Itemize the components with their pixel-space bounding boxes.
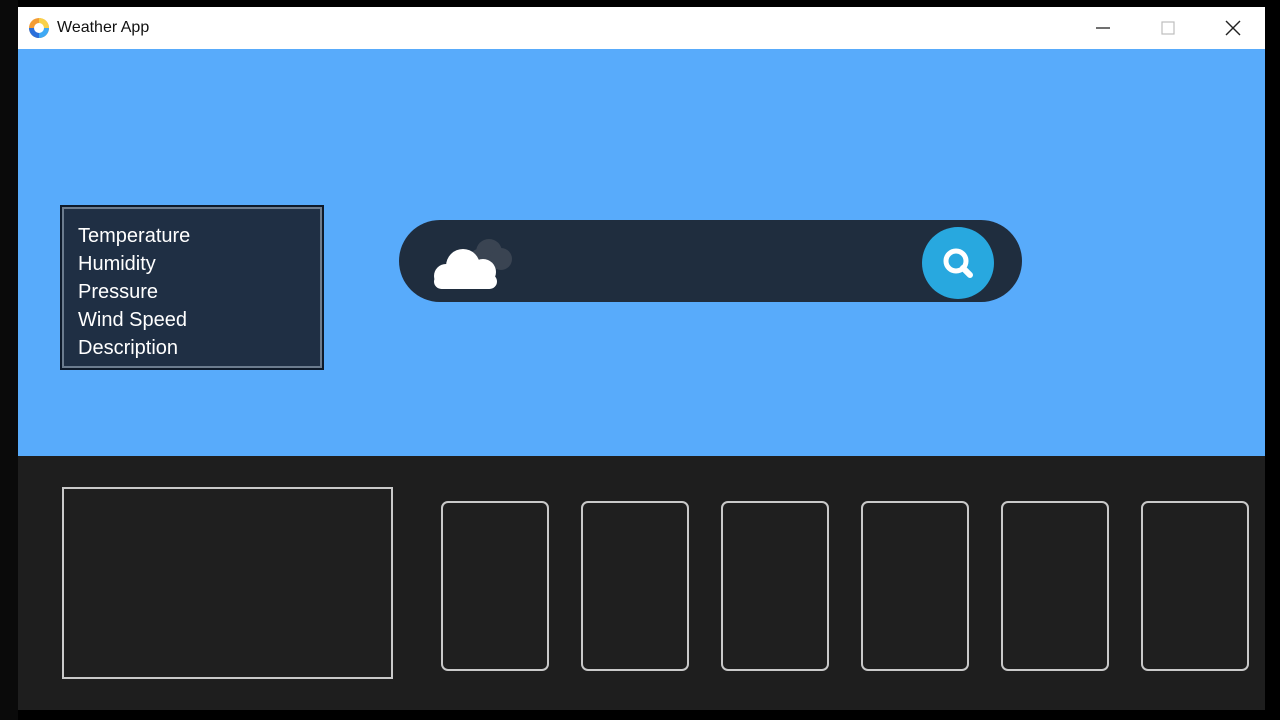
current-weather-card [62, 487, 393, 679]
pressure-label: Pressure [78, 281, 159, 303]
cloud-icon [434, 239, 512, 289]
search-icon [943, 248, 973, 278]
close-icon [1225, 20, 1240, 36]
window-title: Weather App [57, 19, 150, 36]
humidity-label: Humidity [78, 253, 156, 275]
close-button[interactable] [1200, 7, 1265, 49]
search-bar [399, 220, 1022, 302]
app-logo-icon [28, 17, 50, 39]
minimize-button[interactable] [1070, 7, 1135, 49]
weather-info-box: Temperature Humidity Pressure Wind Speed… [60, 205, 324, 370]
forecast-day-card [441, 501, 549, 671]
forecast-day-card [581, 501, 689, 671]
app-window: Weather App Temperature Humidity Pressur… [18, 7, 1265, 710]
search-button[interactable] [922, 227, 994, 299]
weather-search-panel: Temperature Humidity Pressure Wind Speed… [18, 49, 1265, 456]
forecast-day-card [1141, 501, 1249, 671]
maximize-button[interactable] [1135, 7, 1200, 49]
forecast-panel [18, 456, 1265, 710]
wind-speed-label: Wind Speed [78, 309, 187, 331]
maximize-icon [1160, 21, 1175, 35]
forecast-day-card [1001, 501, 1109, 671]
desktop-backdrop [0, 0, 18, 720]
forecast-day-card [861, 501, 969, 671]
forecast-day-card [721, 501, 829, 671]
title-bar[interactable]: Weather App [18, 7, 1265, 49]
temperature-label: Temperature [78, 225, 191, 247]
city-search-input[interactable] [531, 242, 915, 282]
window-controls [1070, 7, 1265, 49]
description-label: Description [78, 337, 179, 359]
minimize-icon [1095, 27, 1110, 29]
